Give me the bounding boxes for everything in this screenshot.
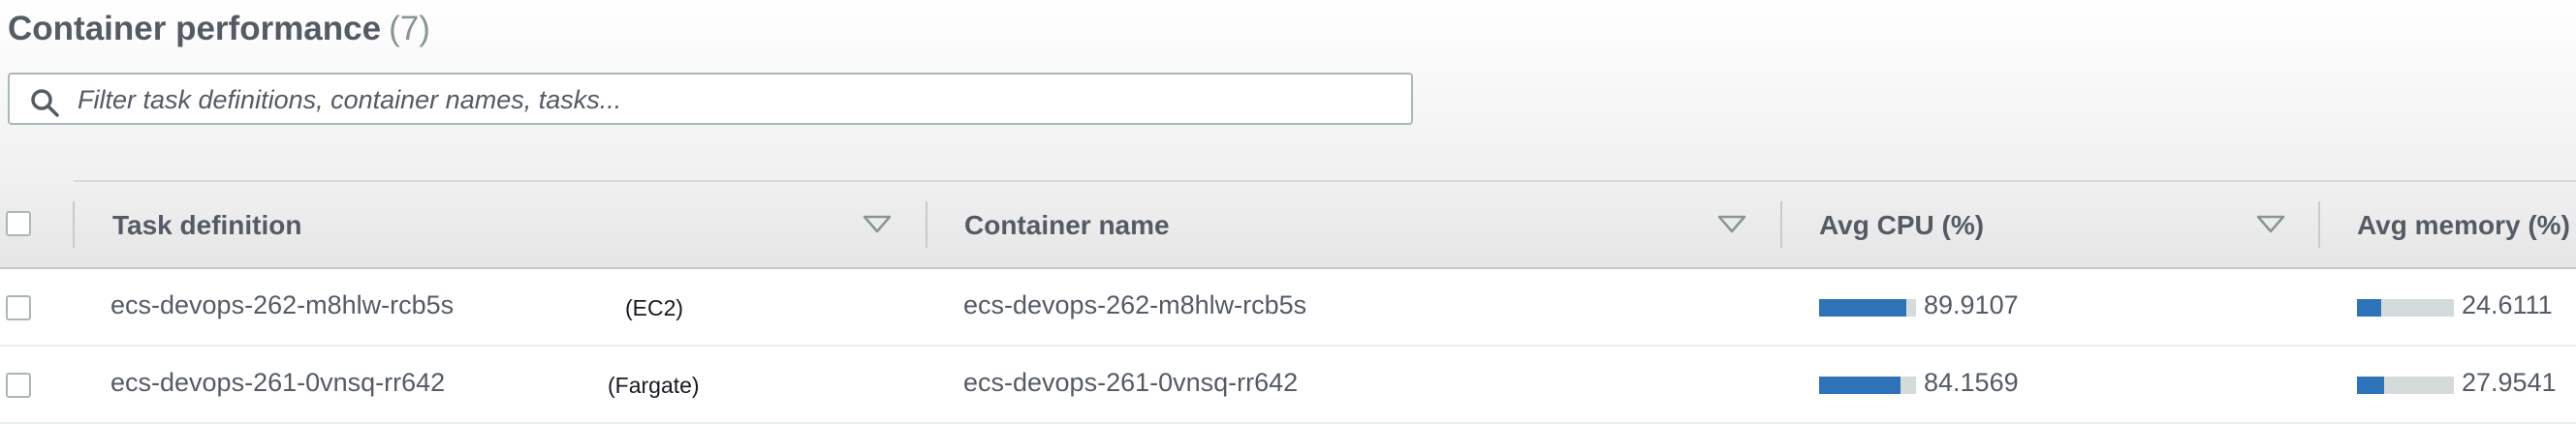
container-name: ecs-devops-261-0vnsq-rr642 xyxy=(963,368,1299,397)
memory-bar xyxy=(2357,377,2454,394)
container-name: ecs-devops-262-m8hlw-rcb5s xyxy=(963,290,1307,319)
memory-bar-fill xyxy=(2357,377,2384,394)
select-all-checkbox[interactable] xyxy=(6,211,31,236)
column-divider xyxy=(926,201,927,248)
column-header-container-name[interactable]: Container name xyxy=(964,210,1170,241)
sort-descending-icon[interactable] xyxy=(863,215,892,234)
avg-memory-value: 27.9541 xyxy=(2462,368,2557,397)
task-definition-link[interactable]: ecs-devops-261-0vnsq-rr642 xyxy=(110,368,445,398)
row-checkbox[interactable] xyxy=(6,373,31,398)
avg-memory-value: 24.6111 xyxy=(2462,290,2553,319)
sort-descending-icon[interactable] xyxy=(2256,215,2285,234)
table-header: Task definition Container name Avg CPU (… xyxy=(0,182,2576,269)
column-header-task-definition[interactable]: Task definition xyxy=(112,210,302,241)
row-checkbox[interactable] xyxy=(6,295,31,320)
page-title: Container performance (7) xyxy=(8,10,430,48)
avg-cpu-value: 89.9107 xyxy=(1924,290,2019,319)
column-header-avg-memory[interactable]: Avg memory (%) xyxy=(2357,210,2570,241)
item-count: (7) xyxy=(389,10,430,47)
avg-cpu-value: 84.1569 xyxy=(1924,368,2019,397)
column-header-avg-cpu[interactable]: Avg CPU (%) xyxy=(1819,210,1984,241)
cpu-bar-fill xyxy=(1819,377,1901,394)
task-definition-link[interactable]: ecs-devops-262-m8hlw-rcb5s xyxy=(110,290,454,320)
column-divider xyxy=(2318,201,2320,248)
search-box[interactable] xyxy=(8,73,1413,125)
cpu-bar xyxy=(1819,377,1916,394)
column-divider xyxy=(73,201,75,248)
memory-bar xyxy=(2357,299,2454,317)
launch-type-label: (Fargate) xyxy=(608,373,700,398)
page-title-text: Container performance xyxy=(8,10,382,47)
cpu-bar-fill xyxy=(1819,299,1906,317)
sort-descending-icon[interactable] xyxy=(1717,215,1746,234)
search-input[interactable] xyxy=(78,80,1396,119)
column-divider xyxy=(1780,201,1782,248)
table-row[interactable]: ecs-devops-261-0vnsq-rr642 (Fargate) ecs… xyxy=(0,347,2576,424)
search-icon xyxy=(31,89,59,117)
cpu-bar xyxy=(1819,299,1916,317)
memory-bar-fill xyxy=(2357,299,2381,317)
table-row[interactable]: ecs-devops-262-m8hlw-rcb5s (EC2) ecs-dev… xyxy=(0,269,2576,347)
launch-type-label: (EC2) xyxy=(625,295,684,320)
